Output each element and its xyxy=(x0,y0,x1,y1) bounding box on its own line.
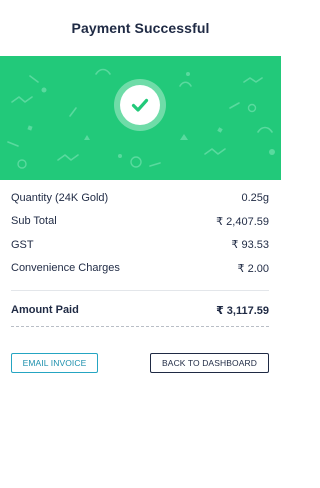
check-badge xyxy=(114,79,166,131)
divider xyxy=(11,290,269,291)
convenience-value: ₹ 2.00 xyxy=(237,262,269,275)
quantity-label: Quantity (24K Gold) xyxy=(11,191,109,204)
page-title: Payment Successful xyxy=(71,20,210,36)
check-icon xyxy=(131,98,149,112)
success-banner xyxy=(0,56,281,180)
payment-details: Quantity (24K Gold) 0.25g Sub Total ₹ 2,… xyxy=(11,186,269,327)
amount-paid-value: ₹ 3,117.59 xyxy=(216,304,269,317)
detail-row-convenience: Convenience Charges ₹ 2.00 xyxy=(11,257,269,281)
subtotal-label: Sub Total xyxy=(11,215,57,228)
quantity-value: 0.25g xyxy=(241,191,269,204)
subtotal-value: ₹ 2,407.59 xyxy=(216,215,269,228)
actions: EMAIL INVOICE BACK TO DASHBOARD xyxy=(11,353,269,373)
detail-row-gst: GST ₹ 93.53 xyxy=(11,233,269,257)
email-invoice-button[interactable]: EMAIL INVOICE xyxy=(11,353,98,373)
dashed-divider xyxy=(11,326,269,327)
back-to-dashboard-button[interactable]: BACK TO DASHBOARD xyxy=(150,353,269,373)
header: Payment Successful xyxy=(0,0,281,56)
detail-row-subtotal: Sub Total ₹ 2,407.59 xyxy=(11,210,269,234)
gst-label: GST xyxy=(11,238,34,251)
total-row: Amount Paid ₹ 3,117.59 xyxy=(11,299,269,321)
convenience-label: Convenience Charges xyxy=(11,262,120,275)
detail-row-quantity: Quantity (24K Gold) 0.25g xyxy=(11,186,269,210)
gst-value: ₹ 93.53 xyxy=(231,239,269,252)
amount-paid-label: Amount Paid xyxy=(11,304,79,316)
